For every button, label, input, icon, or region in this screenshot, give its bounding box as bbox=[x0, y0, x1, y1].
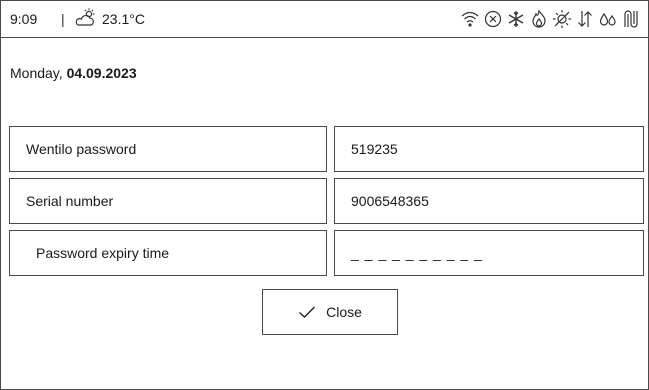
wentilo-password-value: 519235 bbox=[351, 141, 398, 157]
checkmark-icon bbox=[299, 306, 316, 318]
heating-pipe-icon bbox=[624, 10, 638, 28]
close-button-label: Close bbox=[326, 304, 362, 320]
temperature-readout: 23.1°C bbox=[102, 11, 145, 27]
partly-sunny-icon bbox=[75, 8, 95, 26]
wentilo-password-label: Wentilo password bbox=[26, 141, 137, 157]
flame-icon bbox=[532, 9, 546, 28]
cancel-circle-icon bbox=[484, 10, 502, 28]
serial-number-value: 9006548365 bbox=[351, 193, 429, 209]
serial-number-label: Serial number bbox=[26, 193, 114, 209]
status-bar: 9:09 | 23.1°C bbox=[1, 1, 648, 38]
serial-number-label-cell: Serial number bbox=[9, 178, 327, 224]
sun-off-icon bbox=[553, 10, 571, 28]
exchange-arrows-icon bbox=[578, 11, 592, 27]
wentilo-password-value-cell: 519235 bbox=[334, 126, 644, 172]
close-button[interactable]: Close bbox=[262, 289, 398, 335]
password-expiry-value: _ _ _ _ _ _ _ _ _ _ bbox=[351, 245, 483, 261]
wentilo-password-label-cell: Wentilo password bbox=[9, 126, 327, 172]
screen: 9:09 | 23.1°C Monday, 04.09.2023 Wentilo… bbox=[0, 0, 649, 390]
snowflake-icon bbox=[508, 11, 524, 27]
current-date: Monday, 04.09.2023 bbox=[10, 65, 137, 81]
status-separator: | bbox=[61, 11, 65, 27]
clock-time: 9:09 bbox=[10, 11, 38, 27]
water-drops-icon bbox=[599, 12, 616, 26]
weekday-label: Monday, bbox=[10, 65, 63, 81]
wifi-icon bbox=[461, 11, 479, 27]
password-expiry-label: Password expiry time bbox=[36, 245, 170, 261]
status-icons bbox=[460, 7, 641, 31]
serial-number-value-cell: 9006548365 bbox=[334, 178, 644, 224]
date-value: 04.09.2023 bbox=[66, 65, 137, 81]
password-expiry-value-cell: _ _ _ _ _ _ _ _ _ _ bbox=[334, 230, 644, 276]
password-expiry-label-cell: Password expiry time bbox=[9, 230, 327, 276]
